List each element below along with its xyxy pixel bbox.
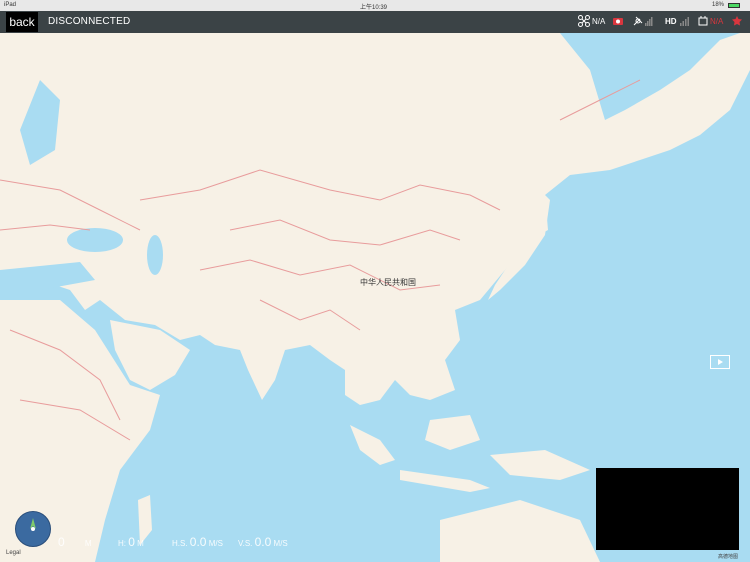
caspian-sea (147, 235, 163, 275)
record-alert-icon[interactable] (731, 15, 743, 29)
back-button[interactable]: back (6, 12, 38, 32)
hs-unit: M/S (208, 539, 223, 548)
status-time: 上午10:39 (360, 5, 388, 11)
vertical-speed-readout: V.S. 0.0 M/S (238, 535, 288, 549)
hs-value: 0.0 (189, 535, 207, 549)
video-preview[interactable] (596, 468, 739, 550)
gps-satellite-icon[interactable] (632, 15, 654, 29)
aircraft-value: N/A (592, 17, 606, 26)
remote-controller-icon[interactable] (698, 15, 708, 29)
height-label: H: (118, 539, 126, 548)
remote-controller-value: N/A (710, 17, 724, 26)
vs-unit: M/S (273, 539, 288, 548)
vs-label: V.S. (238, 539, 253, 548)
height-readout: H: 0 M (118, 535, 144, 549)
status-bar: iPad 上午10:39 18% (0, 0, 750, 11)
device-label: iPad (4, 2, 17, 8)
battery-percent: 18% (712, 2, 725, 8)
height-value: 0 (128, 535, 135, 549)
horizontal-speed-readout: H.S. 0.0 M/S (172, 535, 223, 549)
vs-value: 0.0 (254, 535, 272, 549)
map-attribution: 高德地图 (718, 554, 739, 560)
legal-link[interactable]: Legal (6, 550, 21, 556)
camera-alert-icon[interactable] (612, 15, 624, 29)
height-unit: M (137, 539, 144, 548)
video-quality-label: HD (665, 17, 677, 26)
connection-status: DISCONNECTED (48, 16, 131, 27)
map-country-label: 中华人民共和国 (360, 278, 416, 287)
hs-label: H.S. (172, 539, 188, 548)
battery-icon (728, 3, 740, 8)
play-icon[interactable] (710, 355, 730, 369)
distance-readout: 0 M (58, 535, 92, 549)
distance-unit: M (84, 539, 92, 548)
black-sea (67, 228, 123, 252)
compass-widget (15, 511, 51, 547)
distance-value: 0 (58, 535, 65, 549)
video-signal-icon (680, 15, 690, 29)
aircraft-icon[interactable] (578, 15, 590, 29)
top-bar: back DISCONNECTED N/A HD N/A (0, 11, 750, 33)
